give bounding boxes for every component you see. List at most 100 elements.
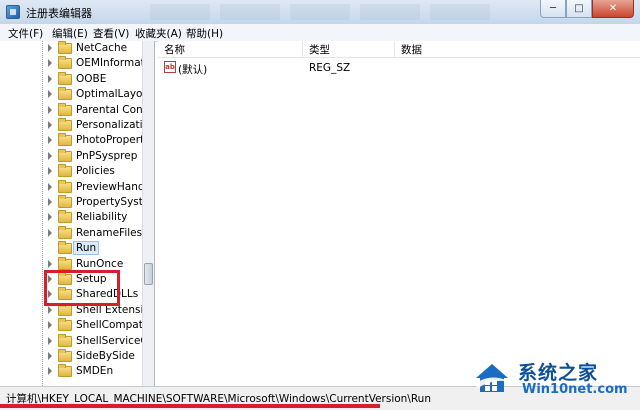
title-bar: 注册表编辑器 ─ □ ✕ (0, 0, 640, 25)
expand-arrow-icon[interactable] (48, 290, 52, 299)
menu-view[interactable]: 查看(V) (93, 26, 129, 41)
tree-item-label: Personalizatio (76, 119, 149, 131)
menu-help[interactable]: 帮助(H) (186, 26, 223, 41)
tree-item-label: Parental Contr (76, 103, 152, 116)
expand-arrow-icon[interactable] (48, 90, 52, 99)
tree-item[interactable]: PreviewHandle (0, 179, 154, 195)
column-data[interactable]: 数据 (395, 41, 640, 58)
folder-icon (58, 102, 72, 116)
tree-item[interactable]: SharedDLLs (0, 287, 142, 302)
folder-icon (58, 302, 72, 316)
folder-icon (58, 148, 72, 162)
folder-icon (58, 333, 72, 347)
tree-item-label: ShellCompatib (76, 319, 153, 332)
registry-key-tree[interactable]: NetCache OEMInformatio OOBE OptimalLayout Pa… (0, 41, 155, 386)
expand-arrow-icon[interactable] (48, 105, 52, 114)
expand-arrow-icon[interactable] (48, 136, 52, 145)
folder-icon (58, 195, 72, 208)
scrollbar-thumb[interactable] (144, 263, 153, 285)
tree-item-label: RunOnce (76, 257, 124, 270)
tree-item[interactable]: OEMInformatio (0, 56, 154, 71)
menu-edit[interactable]: 编辑(E) (52, 26, 88, 41)
status-bar: 计算机\HKEY_LOCAL_MACHINE\SOFTWARE\Microsof… (0, 386, 640, 410)
expand-arrow-icon[interactable] (48, 44, 52, 52)
tree-item[interactable]: OOBE (0, 71, 142, 87)
tree-item-label: Policies (76, 165, 115, 178)
registry-editor-icon (6, 5, 20, 19)
tree-item[interactable]: Reliability (0, 210, 142, 225)
folder-icon (58, 164, 72, 178)
expand-arrow-icon[interactable] (48, 305, 52, 314)
menu-favorites[interactable]: 收藏夹(A) (135, 26, 182, 41)
expand-arrow-icon[interactable] (48, 167, 52, 176)
tree-item[interactable]: Shell Extension (0, 302, 154, 318)
expand-arrow-icon[interactable] (48, 213, 52, 222)
folder-icon (58, 256, 72, 270)
folder-icon (58, 225, 72, 239)
expand-arrow-icon[interactable] (48, 336, 52, 345)
tree-item[interactable]: OptimalLayout (0, 87, 153, 102)
maximize-button[interactable]: □ (566, 0, 592, 18)
folder-icon (58, 349, 72, 362)
expand-arrow-icon[interactable] (48, 321, 52, 330)
tree-item-label: OOBE (76, 72, 107, 85)
expand-arrow-icon[interactable] (48, 198, 52, 206)
tree-item-label: SharedDLLs (76, 288, 139, 301)
folder-icon (58, 41, 72, 54)
expand-arrow-icon[interactable] (48, 59, 52, 68)
tree-item[interactable]: PhotoProperty (0, 133, 150, 148)
tree-item-label: NetCache (76, 42, 128, 54)
column-name[interactable]: 名称 (158, 41, 303, 58)
tree-item[interactable]: PnPSysprep (0, 148, 142, 164)
minimize-button[interactable]: ─ (540, 0, 566, 18)
tree-item[interactable]: SMDEn (0, 364, 142, 379)
expand-arrow-icon[interactable] (48, 275, 52, 283)
expand-arrow-icon[interactable] (48, 121, 52, 129)
folder-icon (58, 56, 72, 70)
menu-file[interactable]: 文件(F) (8, 26, 43, 41)
tree-item-label: Reliability (76, 211, 128, 224)
tree-item[interactable]: Run (0, 241, 142, 256)
folder-icon (58, 87, 72, 101)
tree-item-label: RenameFiles (76, 226, 143, 239)
folder-icon (58, 210, 72, 224)
tree-item[interactable]: RenameFiles (0, 225, 143, 241)
tree-item[interactable]: Personalizatio (0, 118, 149, 133)
expand-arrow-icon[interactable] (48, 367, 52, 376)
tree-item[interactable]: Setup (0, 272, 142, 287)
folder-icon (58, 318, 72, 332)
window-controls: ─ □ ✕ (540, 0, 634, 20)
tree-item[interactable]: RunOnce (0, 256, 142, 272)
folder-icon (58, 118, 72, 131)
tree-item-label: Setup (76, 273, 107, 285)
expand-arrow-icon[interactable] (48, 74, 52, 83)
close-button[interactable]: ✕ (592, 0, 634, 18)
expand-arrow-icon[interactable] (48, 228, 52, 237)
expand-arrow-icon[interactable] (48, 259, 52, 268)
values-list[interactable]: 名称 类型 数据 ab (默认) REG_SZ (158, 41, 640, 386)
tree-item[interactable]: NetCache (0, 41, 142, 56)
tree-item[interactable]: SideBySide (0, 349, 142, 364)
expand-arrow-icon[interactable] (48, 182, 52, 191)
annotation-underline (0, 404, 380, 408)
tree-item[interactable]: ShellServiceOb (0, 333, 154, 349)
expand-arrow-icon[interactable] (48, 352, 52, 360)
window-title: 注册表编辑器 (26, 7, 92, 20)
folder-icon (58, 241, 72, 255)
folder-icon (58, 179, 72, 193)
value-type: REG_SZ (309, 62, 351, 74)
tree-item-label: SideBySide (76, 350, 135, 362)
tree-item[interactable]: PropertySyster (0, 195, 154, 210)
string-value-icon: ab (164, 61, 176, 73)
tree-scrollbar[interactable] (142, 41, 154, 386)
tree-item-label: PhotoProperty (76, 134, 151, 147)
tree-item[interactable]: ShellCompatib (0, 318, 152, 333)
tree-item[interactable]: Parental Contr (0, 102, 151, 118)
tree-item-label: PnPSysprep (76, 149, 138, 162)
value-name: (默认) (178, 64, 208, 76)
expand-arrow-icon[interactable] (48, 151, 52, 160)
background-taskbar-ghost (150, 4, 540, 20)
value-row[interactable]: ab (默认) REG_SZ (158, 60, 640, 76)
tree-item[interactable]: Policies (0, 164, 142, 179)
column-type[interactable]: 类型 (303, 41, 395, 58)
